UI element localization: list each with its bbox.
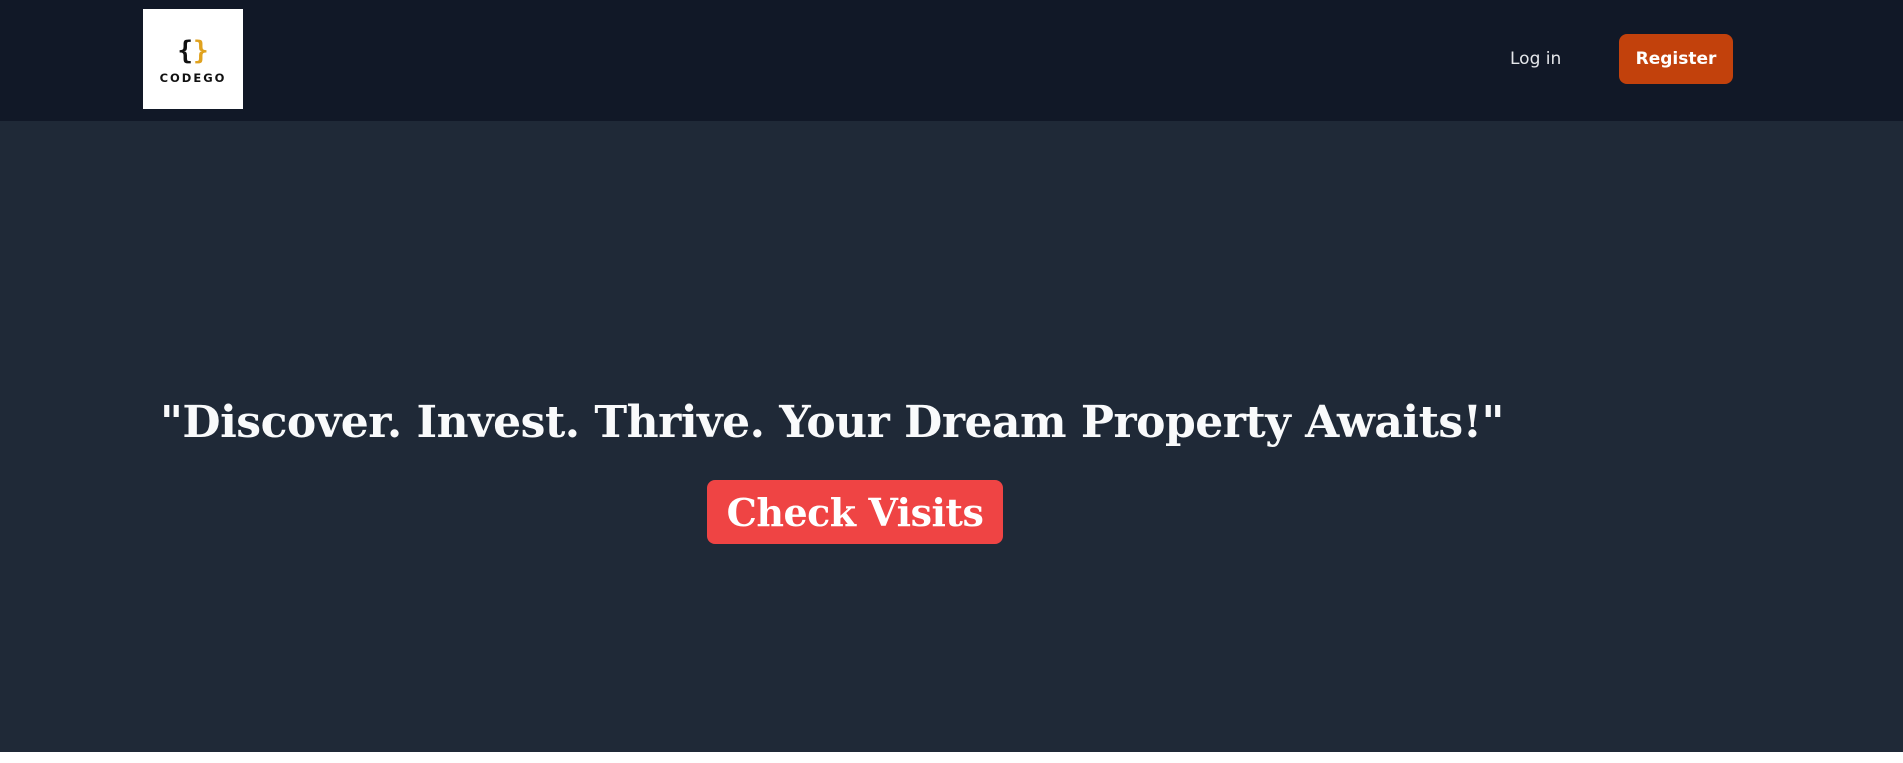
login-link[interactable]: Log in [1510,46,1561,72]
logo-brace-icon: {} [177,36,209,66]
top-navbar: {} CODEGO Log in Register [0,0,1903,121]
page-bottom-strip [0,752,1903,763]
logo-wordmark: CODEGO [159,71,227,85]
codego-logo[interactable]: {} CODEGO [143,9,243,109]
hero-title: "Discover. Invest. Thrive. Your Dream Pr… [160,397,1504,448]
check-visits-button[interactable]: Check Visits [707,480,1003,544]
register-button[interactable]: Register [1619,34,1733,84]
page: {} CODEGO Log in Register "Discover. Inv… [0,0,1903,763]
